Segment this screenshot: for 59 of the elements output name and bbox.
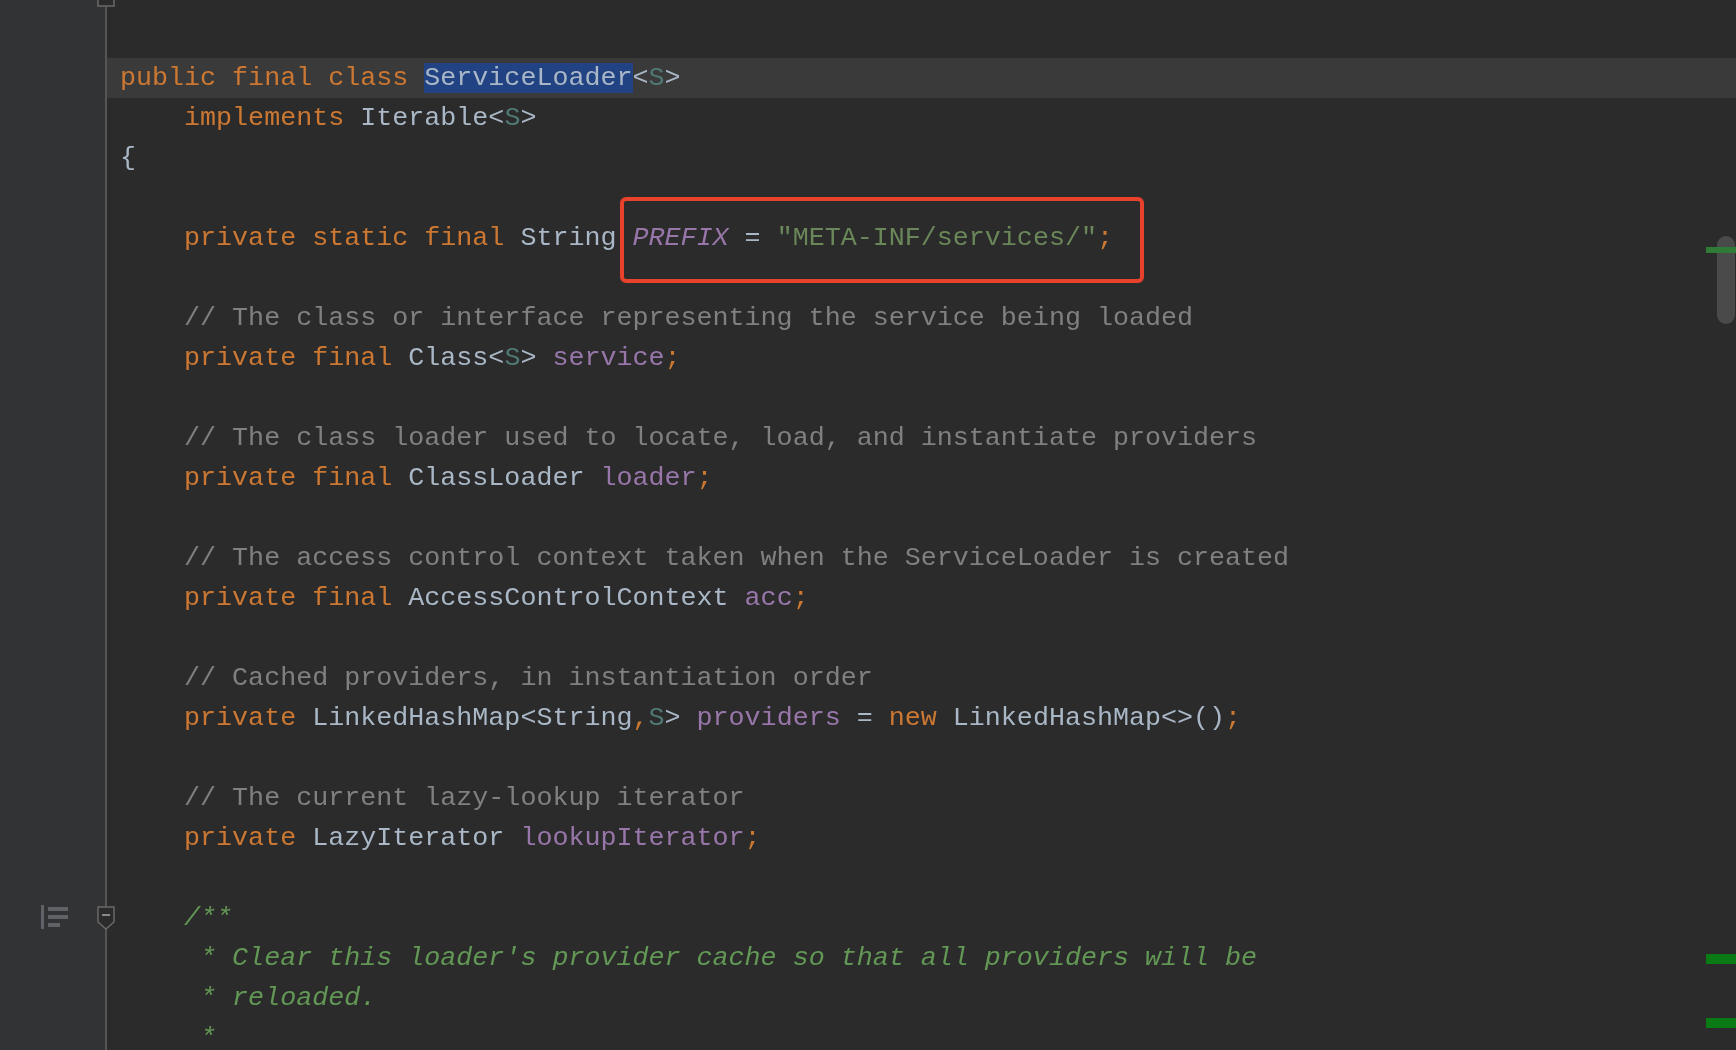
doc-comment-text: /** [183,903,233,933]
comment-text: // The current lazy-lookup iterator [183,783,745,813]
comment-text: // The class or interface representing the service being loaded [183,303,1193,333]
code-text: = [855,703,874,733]
scrollbar-thumb[interactable] [1717,236,1735,324]
type-parameter-text: S [648,63,665,93]
keyword-text: implements [183,103,346,133]
keyword-text: private [183,703,298,733]
keyword-text: ; [696,463,713,493]
code-text: Iterable< [360,103,505,133]
keyword-text: new [888,703,938,733]
fold-icon[interactable] [97,906,115,930]
code-text: LinkedHashMap<>() [952,703,1226,733]
field-name-text: service [552,343,665,373]
change-marker [1706,247,1736,253]
code-text: < [632,63,649,93]
keyword-text: ; [792,583,809,613]
code-text: > [664,703,682,733]
field-name-text: lookupIterator [520,823,745,853]
string-literal-text: "META-INF/services/" [776,223,1097,253]
field-name-text: loader [600,463,697,493]
field-name-text: acc [744,583,793,613]
code-text: > [664,63,681,93]
comment-text: // Cached providers, in instantiation order [183,663,873,693]
code-text: String [520,223,618,253]
keyword-text: ; [1225,703,1242,733]
code-text: = [743,223,762,253]
code-text: LazyIterator [312,823,506,853]
type-parameter-text: S [504,103,521,133]
type-parameter-text: S [648,703,665,733]
type-parameter-text: S [504,343,521,373]
change-marker [1706,954,1736,964]
keyword-text: private final [183,463,394,493]
keyword-text: private [183,823,298,853]
keyword-text: ; [664,343,681,373]
code-text: { [120,143,136,173]
code-text: AccessControlContext [408,583,730,613]
keyword-text: private static final [183,223,506,253]
keyword-text: , [632,703,649,733]
comment-text: // The access control context taken when the ServiceLoader is created [183,543,1290,573]
keyword-text: public final class [120,63,410,93]
code-text: > [520,343,538,373]
change-marker [1706,1018,1736,1028]
code-text: Class< [408,343,505,373]
code-text: ServiceLoader [424,63,633,93]
keyword-text: private final [183,583,394,613]
keyword-text: ; [1096,223,1113,253]
code-text: LinkedHashMap<String [312,703,633,733]
keyword-text: private final [183,343,394,373]
doc-comment-text: * Clear this loader's provider cache so that all providers will be [199,943,1258,973]
doc-comment-text: * reloaded. [199,983,377,1013]
doc-comment-text: * [199,1023,217,1050]
code-text: > [520,103,537,133]
comment-text: // The class loader used to locate, load, and instantiate providers [183,423,1258,453]
code-text: ClassLoader [408,463,586,493]
rendered-doc-icon[interactable] [41,904,69,930]
constant-name-text: PREFIX [632,223,729,253]
field-name-text: providers [696,703,841,733]
keyword-text: ; [744,823,761,853]
